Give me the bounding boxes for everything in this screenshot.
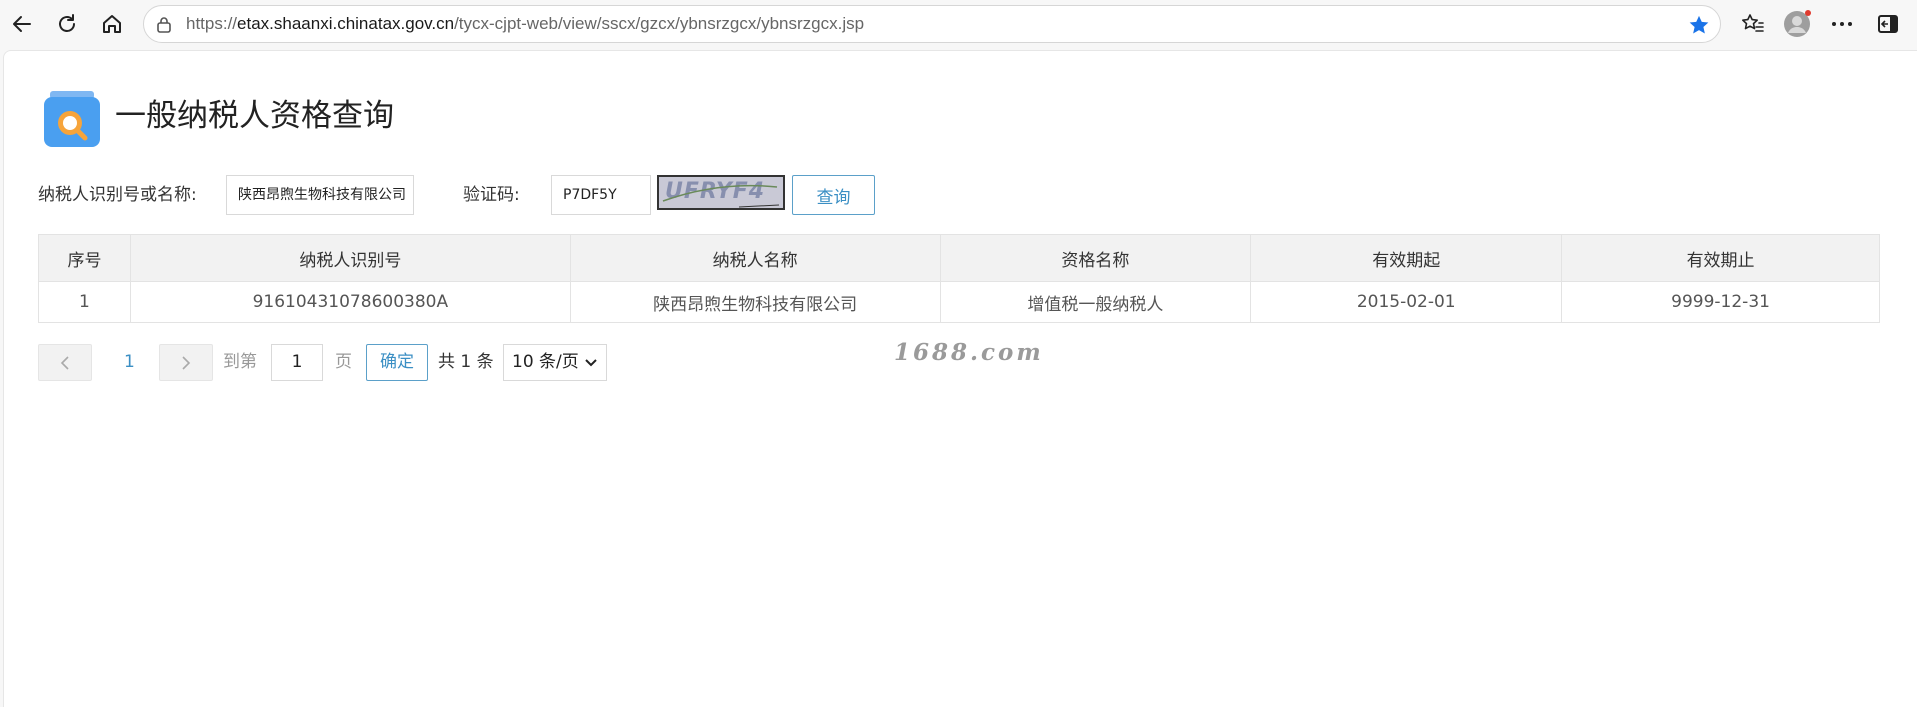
sidebar-icon	[1878, 15, 1898, 33]
current-page-number[interactable]: 1	[124, 344, 135, 381]
captcha-image[interactable]: UFRYF4	[657, 175, 785, 210]
prev-page-button[interactable]	[38, 344, 92, 381]
cell-valid-from: 2015-02-01	[1250, 281, 1563, 323]
avatar-icon	[1784, 10, 1811, 37]
header-valid-to: 有效期止	[1561, 234, 1880, 282]
taxpayer-input[interactable]: 陕西昂煦生物科技有限公司	[226, 175, 414, 215]
captcha-input[interactable]: P7DF5Y	[551, 175, 651, 215]
chevron-down-icon	[585, 359, 597, 367]
taxpayer-label: 纳税人识别号或名称:	[38, 185, 197, 205]
page-unit-label: 页	[335, 352, 352, 372]
chevron-left-icon	[60, 355, 69, 370]
results-table: 序号 纳税人识别号 纳税人名称 资格名称 有效期起 有效期止 1 9161043…	[38, 234, 1880, 323]
chevron-right-icon	[182, 355, 191, 370]
goto-label: 到第	[223, 352, 257, 372]
goto-page-input[interactable]: 1	[271, 344, 323, 381]
page-size-value: 10 条/页	[512, 352, 579, 372]
total-count: 共 1 条	[438, 352, 494, 372]
browser-toolbar: https://etax.shaanxi.chinatax.gov.cn/tyc…	[0, 0, 1917, 48]
cell-valid-to: 9999-12-31	[1561, 281, 1880, 323]
more-menu-button[interactable]	[1826, 8, 1858, 40]
web-page: 一般纳税人资格查询 纳税人识别号或名称: 陕西昂煦生物科技有限公司 验证码: P…	[3, 50, 1917, 707]
cell-qualification: 增值税一般纳税人	[939, 281, 1252, 323]
cell-index: 1	[38, 281, 131, 323]
header-taxpayer-name: 纳税人名称	[569, 234, 941, 282]
back-arrow-icon	[13, 16, 31, 32]
favorites-button[interactable]	[1737, 8, 1769, 40]
header-valid-from: 有效期起	[1250, 234, 1563, 282]
header-qualification: 资格名称	[939, 234, 1252, 282]
search-app-icon	[44, 91, 100, 147]
favorites-list-icon	[1742, 14, 1764, 32]
profile-button[interactable]	[1781, 8, 1813, 40]
lock-icon[interactable]	[156, 16, 172, 34]
address-bar[interactable]: https://etax.shaanxi.chinatax.gov.cn/tyc…	[143, 5, 1721, 43]
goto-confirm-button[interactable]: 确定	[366, 344, 428, 381]
cell-taxpayer-name: 陕西昂煦生物科技有限公司	[569, 281, 941, 323]
header-index: 序号	[38, 234, 131, 282]
more-dots-icon	[1832, 22, 1852, 26]
page-size-select[interactable]: 10 条/页	[503, 344, 607, 381]
next-page-button[interactable]	[159, 344, 213, 381]
watermark: 1688.com	[894, 339, 1044, 366]
captcha-label: 验证码:	[463, 185, 520, 205]
page-title: 一般纳税人资格查询	[115, 98, 394, 134]
captcha-noise-lines	[662, 184, 780, 208]
home-button[interactable]	[96, 8, 128, 40]
header-taxpayer-id: 纳税人识别号	[129, 234, 571, 282]
sidebar-toggle-button[interactable]	[1872, 8, 1904, 40]
home-icon	[103, 15, 121, 33]
table-row: 1 91610431078600380A 陕西昂煦生物科技有限公司 增值税一般纳…	[38, 281, 1880, 323]
query-button[interactable]: 查询	[792, 175, 875, 215]
cell-taxpayer-id: 91610431078600380A	[129, 281, 571, 323]
url-text[interactable]: https://etax.shaanxi.chinatax.gov.cn/tyc…	[186, 6, 864, 42]
back-button[interactable]	[6, 8, 38, 40]
table-header-row: 序号 纳税人识别号 纳税人名称 资格名称 有效期起 有效期止	[38, 234, 1880, 282]
refresh-icon	[59, 14, 75, 32]
refresh-button[interactable]	[51, 8, 83, 40]
favorite-star-icon[interactable]	[1688, 14, 1710, 36]
